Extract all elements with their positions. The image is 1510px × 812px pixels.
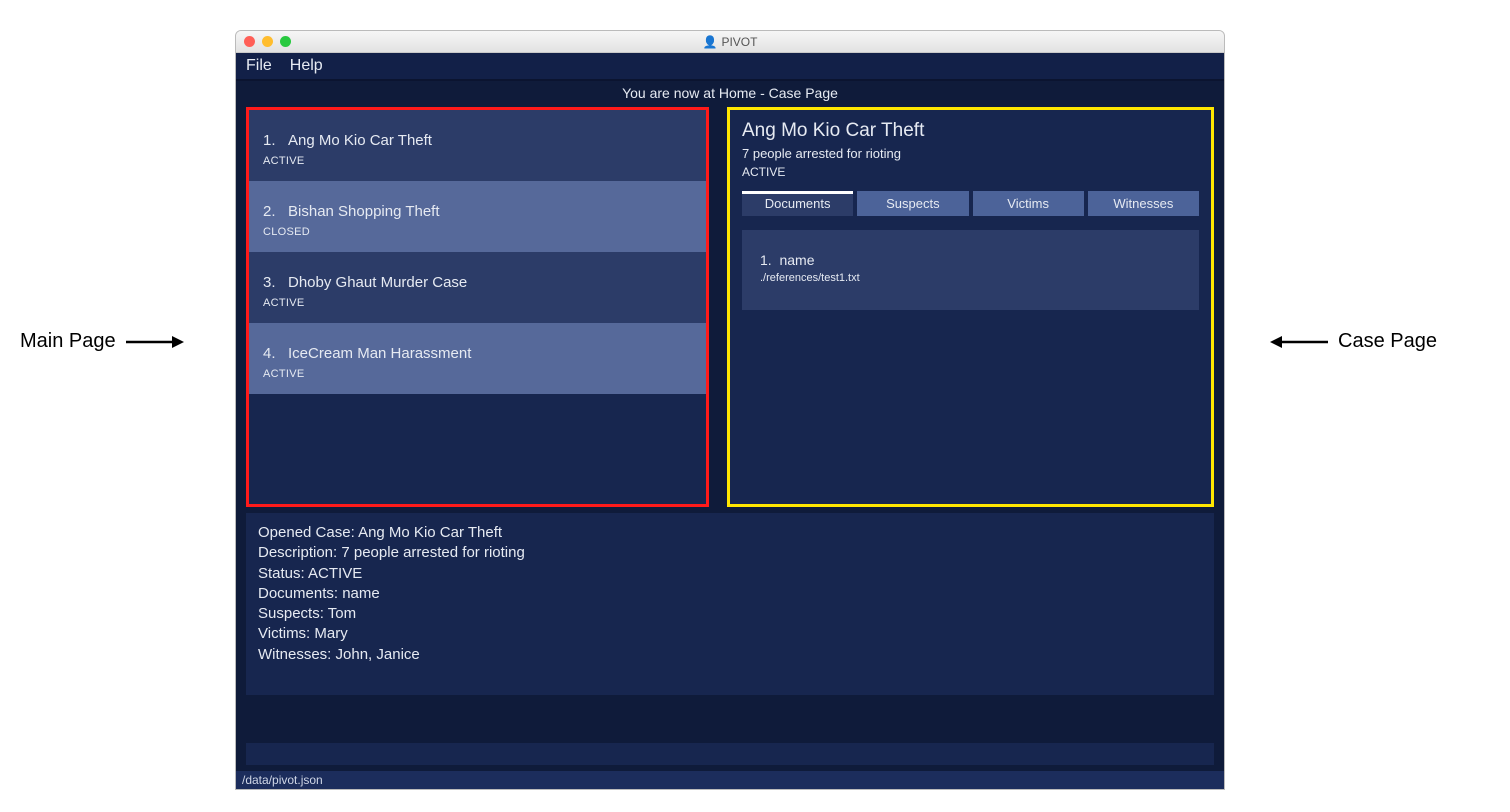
case-title: Ang Mo Kio Car Theft xyxy=(742,120,1199,142)
detail-victims: Victims: Mary xyxy=(258,624,1202,644)
annotation-label: Case Page xyxy=(1338,330,1437,353)
arrow-left-icon xyxy=(1270,332,1330,352)
tab-documents[interactable]: Documents xyxy=(742,191,853,216)
case-status: ACTIVE xyxy=(742,165,1199,179)
command-bar[interactable] xyxy=(246,743,1214,765)
maximize-icon[interactable] xyxy=(280,36,291,47)
case-list-item[interactable]: 2. Bishan Shopping Theft CLOSED xyxy=(249,181,706,252)
tab-suspects[interactable]: Suspects xyxy=(857,191,968,216)
arrow-right-icon xyxy=(124,332,184,352)
main-row: 1. Ang Mo Kio Car Theft ACTIVE 2. Bishan S… xyxy=(236,107,1224,507)
detail-opened: Opened Case: Ang Mo Kio Car Theft xyxy=(258,523,1202,543)
case-item-title: 2. Bishan Shopping Theft xyxy=(263,203,692,220)
case-item-status: CLOSED xyxy=(263,226,692,238)
document-item[interactable]: 1. name ./references/test1.txt xyxy=(742,230,1199,310)
case-item-status: ACTIVE xyxy=(263,297,692,309)
case-item-title: 4. IceCream Man Harassment xyxy=(263,345,692,362)
case-list-item[interactable]: 4. IceCream Man Harassment ACTIVE xyxy=(249,323,706,394)
case-item-title: 3. Dhoby Ghaut Murder Case xyxy=(263,274,692,291)
menubar: File Help xyxy=(236,53,1224,81)
annotation-case-page: Case Page xyxy=(1270,330,1437,353)
titlebar: 👤 PIVOT xyxy=(236,31,1224,53)
window-title: PIVOT xyxy=(721,35,757,49)
annotation-main-page: Main Page xyxy=(20,330,184,353)
tab-victims[interactable]: Victims xyxy=(973,191,1084,216)
close-icon[interactable] xyxy=(244,36,255,47)
detail-documents: Documents: name xyxy=(258,584,1202,604)
annotation-label: Main Page xyxy=(20,330,116,353)
case-item-title: 1. Ang Mo Kio Car Theft xyxy=(263,132,692,149)
main-page-panel: 1. Ang Mo Kio Car Theft ACTIVE 2. Bishan S… xyxy=(246,107,709,507)
list-footer xyxy=(249,394,706,408)
app-body: File Help You are now at Home - Case Pag… xyxy=(236,53,1224,789)
window-controls xyxy=(244,36,291,47)
document-name: 1. name xyxy=(760,252,1181,268)
detail-witnesses: Witnesses: John, Janice xyxy=(258,645,1202,665)
status-bar: /data/pivot.json xyxy=(236,771,1224,789)
case-list-item[interactable]: 1. Ang Mo Kio Car Theft ACTIVE xyxy=(249,110,706,181)
detail-suspects: Suspects: Tom xyxy=(258,604,1202,624)
detail-description: Description: 7 people arrested for rioti… xyxy=(258,543,1202,563)
tabs: DocumentsSuspectsVictimsWitnesses xyxy=(742,191,1199,216)
case-desc: 7 people arrested for rioting xyxy=(742,146,1199,161)
document-path: ./references/test1.txt xyxy=(760,272,1181,284)
menu-help[interactable]: Help xyxy=(290,57,323,75)
detail-status: Status: ACTIVE xyxy=(258,564,1202,584)
minimize-icon[interactable] xyxy=(262,36,273,47)
case-list: 1. Ang Mo Kio Car Theft ACTIVE 2. Bishan S… xyxy=(249,110,706,394)
case-page-panel: Ang Mo Kio Car Theft 7 people arrested f… xyxy=(727,107,1214,507)
case-list-item[interactable]: 3. Dhoby Ghaut Murder Case ACTIVE xyxy=(249,252,706,323)
breadcrumb: You are now at Home - Case Page xyxy=(236,81,1224,107)
tab-witnesses[interactable]: Witnesses xyxy=(1088,191,1199,216)
case-item-status: ACTIVE xyxy=(263,368,692,380)
spacer xyxy=(236,695,1224,737)
app-window: 👤 PIVOT File Help You are now at Home - … xyxy=(235,30,1225,790)
case-details: Opened Case: Ang Mo Kio Car Theft Descri… xyxy=(246,513,1214,695)
menu-file[interactable]: File xyxy=(246,57,272,75)
app-icon: 👤 xyxy=(703,35,718,49)
case-item-status: ACTIVE xyxy=(263,155,692,167)
